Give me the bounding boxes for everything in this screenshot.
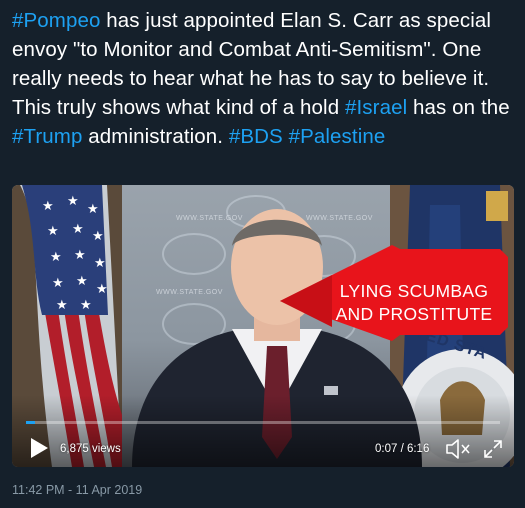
view-count: 6,875 views xyxy=(60,443,121,455)
tweet-timestamp[interactable]: 11:42 PM - 11 Apr 2019 xyxy=(12,483,142,497)
hashtag-link[interactable]: #Trump xyxy=(12,125,82,148)
overlay-caption: LYING SCUMBAG AND PROSTITUTE xyxy=(314,280,514,326)
video-progress-bar[interactable] xyxy=(26,421,500,424)
video-progress-fill xyxy=(26,421,35,424)
hashtag-link[interactable]: #BDS xyxy=(229,125,283,148)
tweet-text-segment: has on the xyxy=(407,96,510,119)
overlay-caption-line2: AND PROSTITUTE xyxy=(335,304,493,324)
volume-muted-icon[interactable] xyxy=(445,438,471,460)
fullscreen-icon[interactable] xyxy=(483,439,503,459)
video-timecode: 0:07 / 6:16 xyxy=(375,443,430,455)
controls-gradient xyxy=(12,395,514,467)
hashtag-link[interactable]: #Israel xyxy=(345,96,407,119)
overlay-caption-line1: LYING SCUMBAG xyxy=(339,281,489,301)
hashtag-link[interactable]: #Palestine xyxy=(289,125,386,148)
video-player[interactable]: WWW.STATE.GOV WWW.STATE.GOV WWW.STATE.GO… xyxy=(12,185,514,467)
play-icon[interactable] xyxy=(28,436,50,460)
hashtag-link[interactable]: #Pompeo xyxy=(12,9,100,32)
tweet-text: #Pompeo has just appointed Elan S. Carr … xyxy=(12,6,517,151)
tweet-text-segment: administration. xyxy=(82,125,229,148)
